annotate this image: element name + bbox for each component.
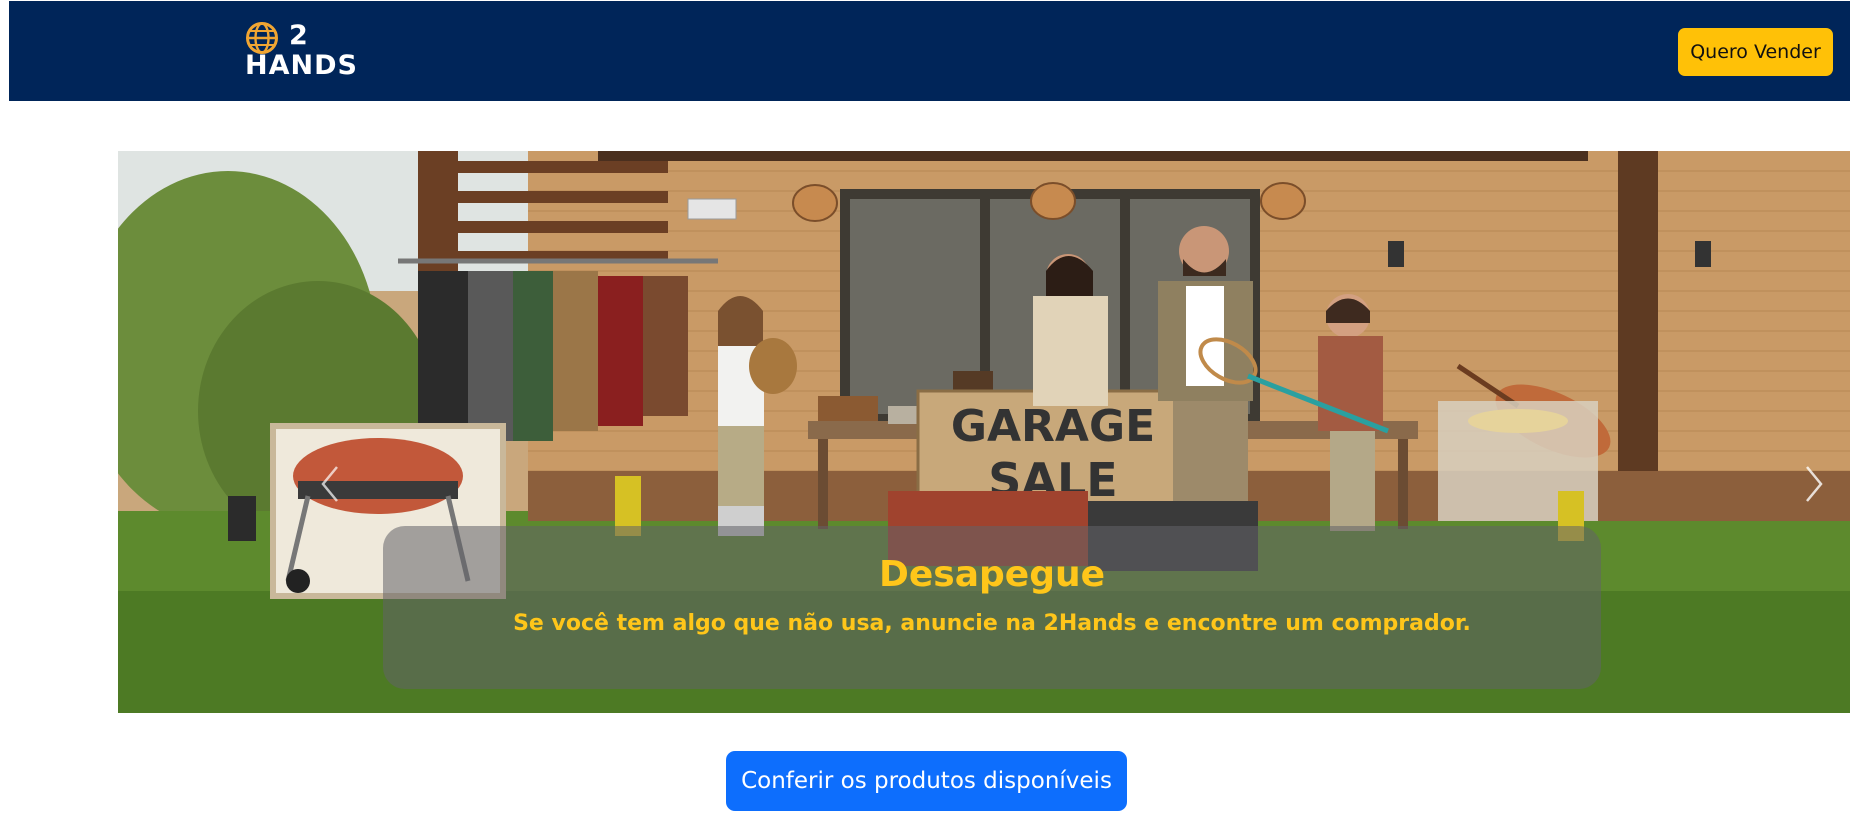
navbar: 2 HANDS Quero Vender <box>9 1 1850 101</box>
logo-word: HANDS <box>245 50 358 81</box>
chevron-right-icon <box>1806 466 1823 502</box>
sign-text-line1: GARAGE <box>951 401 1155 452</box>
carousel-caption: Desapegue Se você tem algo que não usa, … <box>383 526 1601 689</box>
logo-number: 2 <box>289 20 308 51</box>
chevron-left-icon <box>321 466 338 502</box>
logo[interactable]: 2 HANDS <box>245 19 358 83</box>
view-products-button[interactable]: Conferir os produtos disponíveis <box>726 751 1127 811</box>
caption-text: Se você tem algo que não usa, anuncie na… <box>513 611 1471 636</box>
carousel-prev-button[interactable] <box>320 465 360 515</box>
sell-button[interactable]: Quero Vender <box>1678 28 1833 76</box>
caption-title: Desapegue <box>878 554 1106 595</box>
carousel-next-button[interactable] <box>1804 465 1844 515</box>
